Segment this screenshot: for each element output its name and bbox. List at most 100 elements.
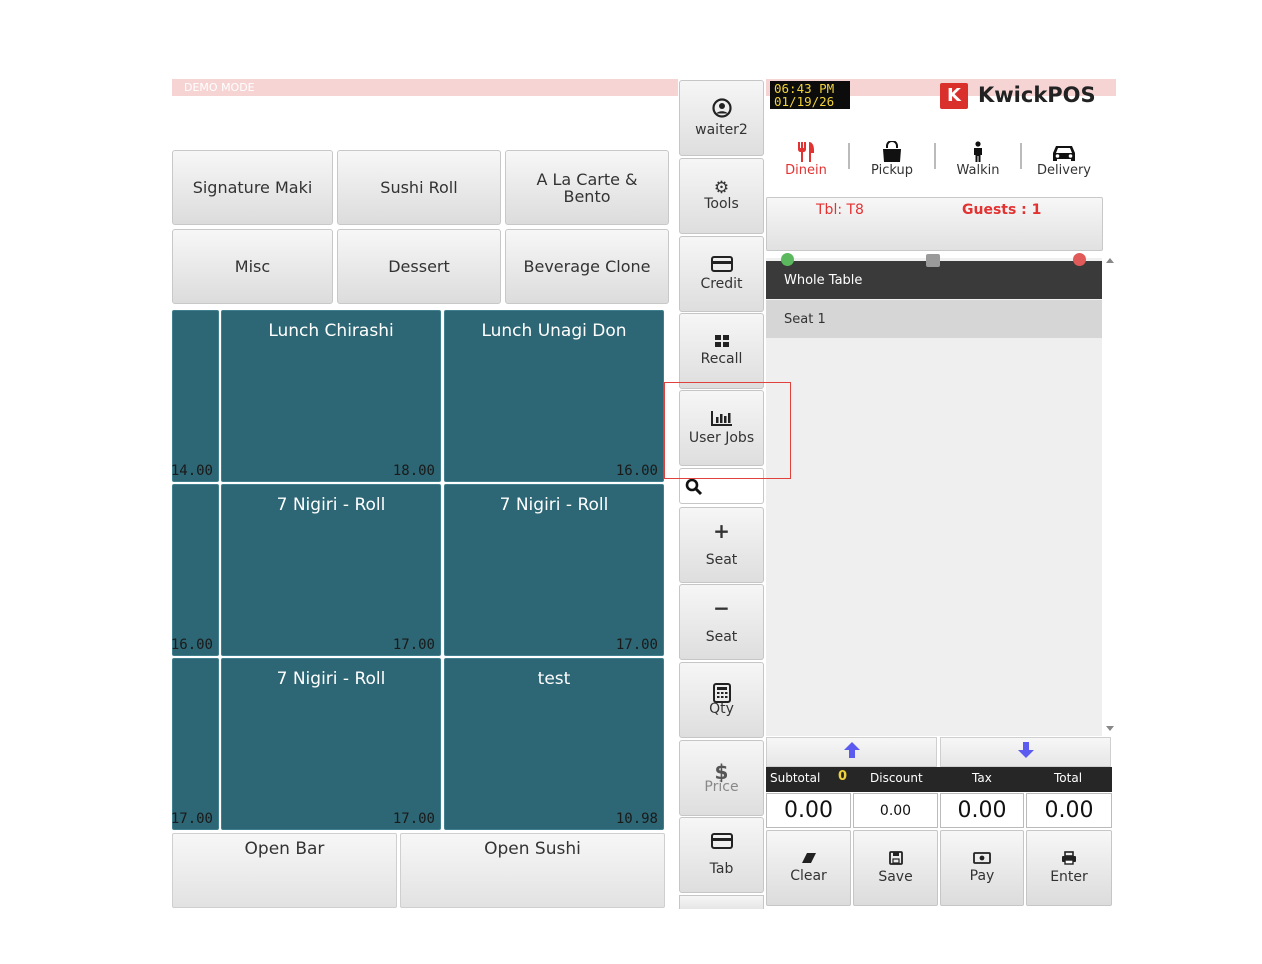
category-label: A La Carte & Bento — [536, 169, 638, 206]
subtotal-value: 0.00 — [766, 793, 851, 828]
tab-label: Tab — [709, 861, 734, 877]
remove-seat-button[interactable]: − Seat — [679, 584, 764, 660]
add-seat-label: Seat — [705, 552, 738, 568]
highlight-annotation — [664, 382, 791, 479]
menu-item-tile[interactable]: 16.00 — [170, 484, 219, 656]
add-circle-icon[interactable] — [781, 253, 794, 266]
credit-button[interactable]: Credit — [679, 236, 764, 312]
category-beverage-clone[interactable]: Beverage Clone — [505, 229, 669, 304]
discount-value[interactable]: 0.00 — [853, 793, 938, 828]
order-scrollbar[interactable] — [1104, 256, 1116, 736]
minus-icon: − — [713, 596, 730, 620]
credit-card-icon — [710, 256, 733, 275]
card-icon — [710, 833, 733, 852]
order-type-label: Delivery — [1037, 163, 1091, 178]
category-signature-maki[interactable]: Signature Maki — [172, 150, 333, 225]
menu-item-tile[interactable]: Lunch Chirashi 18.00 — [221, 310, 441, 482]
item-count: 0 — [838, 769, 848, 784]
price-button[interactable]: $ Price — [679, 740, 764, 816]
grid-icon — [714, 335, 729, 350]
enter-button[interactable]: Enter — [1026, 830, 1112, 906]
table-number: Tbl: T8 — [816, 202, 864, 218]
item-price: 17.00 — [392, 811, 435, 827]
seat-row-seat-1[interactable]: Seat 1 — [766, 300, 1102, 338]
open-bar-button[interactable]: Open Bar — [172, 833, 397, 908]
item-price: 18.00 — [392, 463, 435, 479]
kwickpos-logo-icon: K — [940, 83, 968, 109]
tax-value: 0.00 — [940, 793, 1024, 828]
person-icon — [943, 135, 1013, 163]
order-type-walkin[interactable]: Walkin — [943, 135, 1013, 178]
seat-label: Seat 1 — [784, 312, 826, 327]
pay-label: Pay — [969, 868, 995, 884]
gear-icon: ⚙ — [713, 177, 730, 198]
menu-item-tile[interactable]: 7 Nigiri - Roll 17.00 — [221, 484, 441, 656]
category-dessert[interactable]: Dessert — [337, 229, 501, 304]
clear-label: Clear — [790, 868, 827, 884]
add-seat-button[interactable]: + Seat — [679, 507, 764, 583]
tax-label: Tax — [972, 771, 992, 785]
menu-item-tile[interactable]: 17.00 — [171, 658, 219, 830]
tools-button[interactable]: ⚙ Tools — [679, 158, 764, 234]
user-button[interactable]: waiter2 — [679, 80, 764, 156]
plus-icon: + — [713, 519, 730, 543]
category-label: Misc — [234, 257, 271, 276]
search-icon — [685, 478, 703, 500]
car-icon — [1029, 135, 1099, 163]
category-misc[interactable]: Misc — [172, 229, 333, 304]
category-label: Sushi Roll — [380, 178, 458, 197]
save-button[interactable]: Save — [853, 830, 938, 906]
category-label: Dessert — [388, 257, 450, 276]
item-name: 7 Nigiri - Roll — [276, 669, 386, 689]
order-type-delivery[interactable]: Delivery — [1029, 135, 1099, 178]
item-name: Lunch Unagi Don — [481, 321, 627, 341]
scroll-down-button[interactable] — [940, 737, 1111, 767]
item-price: 16.00 — [615, 463, 658, 479]
order-type-dinein[interactable]: Dinein — [771, 135, 841, 178]
category-sushi-roll[interactable]: Sushi Roll — [337, 150, 501, 225]
order-type-pickup[interactable]: Pickup — [857, 135, 927, 178]
tab-button[interactable]: Tab — [679, 817, 764, 893]
open-bar-label: Open Bar — [244, 839, 325, 859]
printer-icon — [1061, 851, 1077, 869]
separator — [1020, 143, 1022, 169]
item-price: 17.00 — [615, 637, 658, 653]
seat-label: Whole Table — [784, 273, 863, 288]
qty-button[interactable]: Qty — [679, 662, 764, 738]
order-type-label: Pickup — [871, 163, 913, 178]
category-label: Signature Maki — [192, 178, 313, 197]
more-button[interactable] — [679, 895, 764, 909]
utensils-icon — [771, 135, 841, 163]
recall-label: Recall — [700, 351, 743, 367]
category-label: Beverage Clone — [523, 257, 651, 276]
save-label: Save — [878, 869, 913, 885]
totals-header: Subtotal 0 Discount Tax Total — [766, 767, 1112, 792]
pay-button[interactable]: Pay — [940, 830, 1024, 906]
item-name: 7 Nigiri - Roll — [499, 495, 609, 515]
brand-name: KwickPOS — [978, 83, 1096, 107]
move-icon[interactable] — [926, 254, 940, 267]
menu-item-tile[interactable]: 7 Nigiri - Roll 17.00 — [221, 658, 441, 830]
open-sushi-label: Open Sushi — [484, 839, 581, 859]
item-price: 16.00 — [170, 637, 213, 653]
tools-label: Tools — [704, 195, 739, 212]
item-price: 10.98 — [615, 811, 658, 827]
menu-item-tile[interactable]: test 10.98 — [444, 658, 664, 830]
clock-date: 01/19/26 — [774, 94, 835, 109]
arrow-up-icon — [843, 741, 861, 763]
price-label: Price — [704, 778, 739, 795]
total-label: Total — [1054, 771, 1083, 785]
open-sushi-button[interactable]: Open Sushi — [400, 833, 665, 908]
menu-item-tile[interactable]: 14.00 — [171, 310, 219, 482]
category-a-la-carte-bento[interactable]: A La Carte & Bento — [505, 150, 669, 225]
scroll-up-button[interactable] — [766, 737, 937, 767]
remove-circle-icon[interactable] — [1073, 253, 1086, 266]
menu-item-tile[interactable]: Lunch Unagi Don 16.00 — [444, 310, 664, 482]
clear-button[interactable]: Clear — [766, 830, 851, 906]
menu-item-tile[interactable]: 7 Nigiri - Roll 17.00 — [444, 484, 664, 656]
discount-label: Discount — [870, 771, 923, 785]
demo-mode-label: DEMO MODE — [184, 81, 255, 94]
separator — [848, 143, 850, 169]
recall-button[interactable]: Recall — [679, 313, 764, 389]
enter-label: Enter — [1050, 869, 1088, 885]
